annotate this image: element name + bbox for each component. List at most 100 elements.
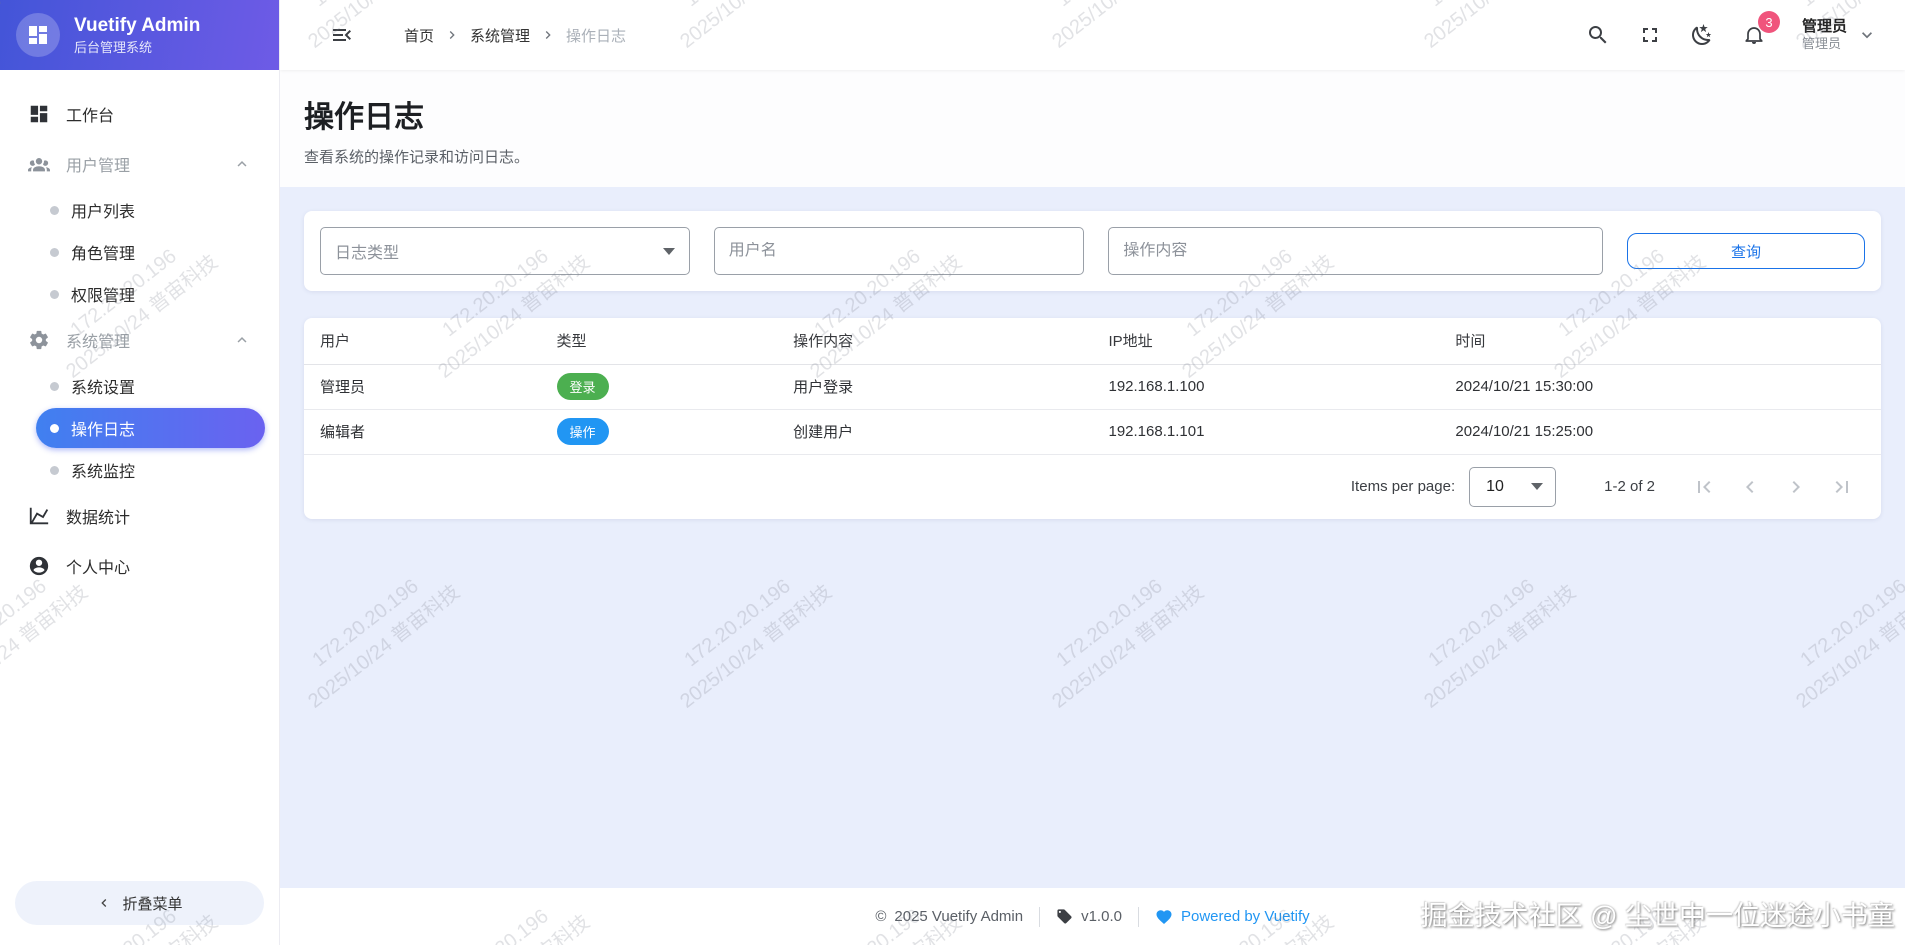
sidebar-item-system-settings[interactable]: 系统设置 xyxy=(36,366,265,406)
log-type-select[interactable]: 日志类型 xyxy=(320,227,690,275)
page-footer: © 2025 Vuetify Admin v1.0.0 Powered by V… xyxy=(280,888,1905,945)
user-menu[interactable]: 管理员 管理员 xyxy=(1802,18,1877,52)
cog-icon xyxy=(28,329,50,351)
fullscreen-icon xyxy=(1638,23,1662,47)
next-page-button[interactable] xyxy=(1773,464,1819,510)
table-header-row: 用户 类型 操作内容 IP地址 时间 xyxy=(304,318,1881,364)
dark-mode-button[interactable] xyxy=(1680,13,1724,57)
username-input[interactable] xyxy=(729,242,1070,260)
notifications-button[interactable]: 3 xyxy=(1732,13,1776,57)
sidebar-group-label: 用户管理 xyxy=(66,152,130,176)
log-table: 用户 类型 操作内容 IP地址 时间 管理员 登录 用户登录 192.168.1… xyxy=(304,318,1881,455)
fullscreen-button[interactable] xyxy=(1628,13,1672,57)
items-per-page-value: 10 xyxy=(1486,478,1504,496)
copyright-text: 2025 Vuetify Admin xyxy=(894,908,1023,925)
table-row[interactable]: 编辑者 操作 创建用户 192.168.1.101 2024/10/21 15:… xyxy=(304,409,1881,454)
powered-by-link[interactable]: Powered by Vuetify xyxy=(1155,908,1310,926)
sidebar-item-role-management[interactable]: 角色管理 xyxy=(36,232,265,272)
app-title: Vuetify Admin xyxy=(74,14,200,38)
sidebar-item-user-list[interactable]: 用户列表 xyxy=(36,190,265,230)
page-title: 操作日志 xyxy=(304,92,1881,136)
chevron-right-icon xyxy=(444,27,460,43)
copyright-icon: © xyxy=(875,908,886,925)
user-name: 管理员 xyxy=(1802,18,1847,36)
heart-icon xyxy=(1155,908,1173,926)
version-text: v1.0.0 xyxy=(1081,908,1122,925)
chevron-left-icon xyxy=(96,895,112,911)
sidebar-group-system-management[interactable]: 系统管理 xyxy=(14,316,265,364)
cell-time: 2024/10/21 15:25:00 xyxy=(1439,409,1881,454)
bullet-icon xyxy=(50,382,59,391)
bullet-icon xyxy=(50,466,59,475)
chevron-right-icon xyxy=(540,27,556,43)
page-content: 操作日志 查看系统的操作记录和访问日志。 日志类型 查询 xyxy=(280,70,1905,888)
sidebar-item-permission-management[interactable]: 权限管理 xyxy=(36,274,265,314)
col-header-type: 类型 xyxy=(541,318,778,364)
sidebar-item-label: 数据统计 xyxy=(66,504,130,528)
app-logo xyxy=(16,13,60,57)
sidebar-item-system-monitor[interactable]: 系统监控 xyxy=(36,450,265,490)
cell-user: 管理员 xyxy=(304,364,541,409)
chevron-right-icon xyxy=(1784,475,1808,499)
page-first-icon xyxy=(1692,475,1716,499)
copyright: © 2025 Vuetify Admin xyxy=(875,908,1023,925)
query-button[interactable]: 查询 xyxy=(1627,233,1865,269)
log-type-placeholder: 日志类型 xyxy=(335,239,399,263)
sidebar-item-workbench[interactable]: 工作台 xyxy=(14,90,265,138)
last-page-button[interactable] xyxy=(1819,464,1865,510)
table-pagination: Items per page: 10 1-2 of 2 xyxy=(304,455,1881,519)
sidebar-item-label: 个人中心 xyxy=(66,554,130,578)
account-circle-icon xyxy=(28,555,50,577)
notification-badge: 3 xyxy=(1758,11,1780,33)
cell-content: 创建用户 xyxy=(777,409,1092,454)
sidebar-group-user-management[interactable]: 用户管理 xyxy=(14,140,265,188)
items-per-page-label: Items per page: xyxy=(1351,478,1455,495)
breadcrumb-system-management[interactable]: 系统管理 xyxy=(466,25,534,46)
col-header-time: 时间 xyxy=(1439,318,1881,364)
content-field-wrap xyxy=(1108,227,1603,275)
search-icon xyxy=(1586,23,1610,47)
search-button[interactable] xyxy=(1576,13,1620,57)
account-group-icon xyxy=(28,153,50,175)
dropdown-caret-icon xyxy=(1531,483,1543,490)
sidebar-header: Vuetify Admin 后台管理系统 xyxy=(0,0,279,70)
footer-divider xyxy=(1138,907,1139,927)
dropdown-caret-icon xyxy=(663,248,675,255)
sidebar-item-label: 用户列表 xyxy=(71,198,135,222)
tag-icon xyxy=(1056,908,1073,925)
cell-content: 用户登录 xyxy=(777,364,1092,409)
app-subtitle: 后台管理系统 xyxy=(74,37,200,56)
footer-divider xyxy=(1039,907,1040,927)
user-role: 管理员 xyxy=(1802,36,1847,52)
sidebar-item-profile-center[interactable]: 个人中心 xyxy=(14,542,265,590)
items-per-page-select[interactable]: 10 xyxy=(1469,467,1556,507)
bullet-icon xyxy=(50,290,59,299)
col-header-content: 操作内容 xyxy=(777,318,1092,364)
collapse-menu-label: 折叠菜单 xyxy=(122,893,182,914)
operation-content-input[interactable] xyxy=(1123,242,1588,260)
previous-page-button[interactable] xyxy=(1727,464,1773,510)
first-page-button[interactable] xyxy=(1681,464,1727,510)
sidebar-item-label: 角色管理 xyxy=(71,240,135,264)
bullet-icon xyxy=(50,206,59,215)
breadcrumb-operation-logs: 操作日志 xyxy=(562,25,630,46)
username-field-wrap xyxy=(714,227,1085,275)
sidebar-item-label: 工作台 xyxy=(66,102,114,126)
menu-toggle-button[interactable] xyxy=(320,13,364,57)
chevron-up-icon xyxy=(233,155,251,173)
breadcrumb: 首页 系统管理 操作日志 xyxy=(400,25,630,46)
log-table-card: 用户 类型 操作内容 IP地址 时间 管理员 登录 用户登录 192.168.1… xyxy=(304,318,1881,519)
type-chip-login: 登录 xyxy=(557,373,609,400)
sidebar-nav: 工作台 用户管理 用户列表 角色管理 权限管理 xyxy=(0,70,279,867)
bullet-icon xyxy=(50,424,59,433)
page-subtitle: 查看系统的操作记录和访问日志。 xyxy=(304,146,1881,167)
col-header-user: 用户 xyxy=(304,318,541,364)
cell-time: 2024/10/21 15:30:00 xyxy=(1439,364,1881,409)
breadcrumb-home[interactable]: 首页 xyxy=(400,25,438,46)
page-header: 操作日志 查看系统的操作记录和访问日志。 xyxy=(280,70,1905,187)
sidebar-item-data-statistics[interactable]: 数据统计 xyxy=(14,492,265,540)
sidebar-item-operation-logs[interactable]: 操作日志 xyxy=(36,408,265,448)
sidebar-group-label: 系统管理 xyxy=(66,328,130,352)
collapse-menu-button[interactable]: 折叠菜单 xyxy=(15,881,264,925)
table-row[interactable]: 管理员 登录 用户登录 192.168.1.100 2024/10/21 15:… xyxy=(304,364,1881,409)
